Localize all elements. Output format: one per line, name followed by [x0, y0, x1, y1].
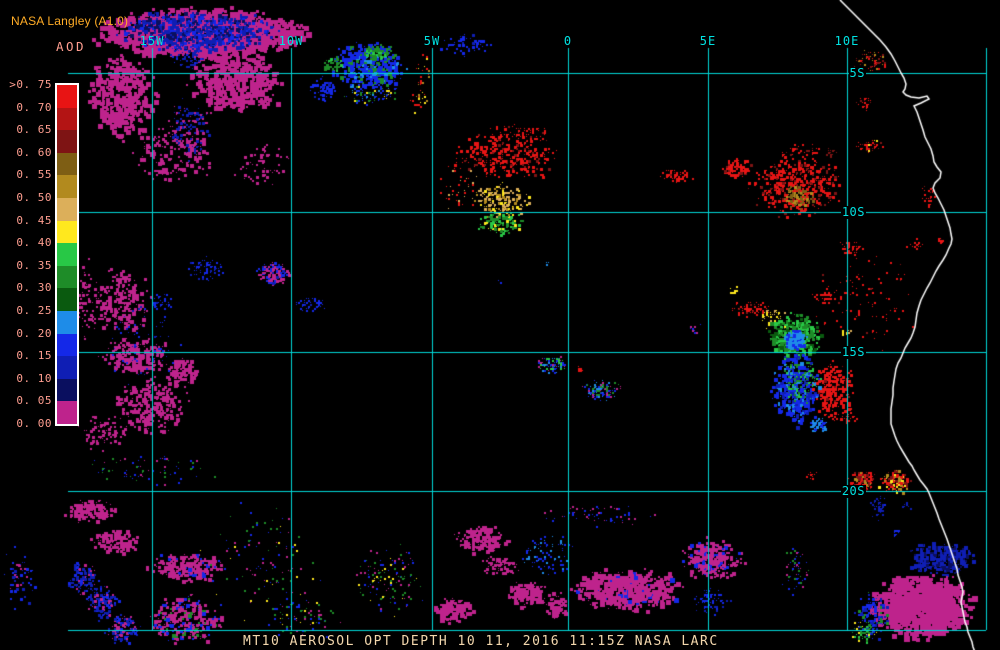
lat-label-5S: 5S — [848, 66, 866, 80]
legend-tick-label: 0. 20 — [16, 326, 52, 340]
legend-tick-label: 0. 25 — [16, 304, 52, 317]
lon-label-0: 0 — [563, 34, 573, 48]
lon-label-15W: 15W — [139, 34, 165, 48]
legend-color-segment — [57, 310, 77, 334]
legend-color-segment — [57, 288, 77, 311]
legend-color-segment — [57, 130, 77, 153]
legend-tick-label: 0. 40 — [16, 236, 52, 250]
legend-color-segment — [57, 378, 77, 402]
lat-label-10S: 10S — [840, 205, 866, 219]
lon-label-10E: 10E — [834, 34, 860, 48]
map-canvas — [0, 0, 1000, 650]
legend-tick-label: 0. 10 — [16, 371, 52, 385]
legend-color-segment — [57, 197, 77, 221]
legend-color-segment — [57, 401, 77, 424]
lat-label-15S: 15S — [840, 345, 866, 359]
legend-color-segment — [57, 85, 77, 108]
legend-color-segment — [57, 175, 77, 198]
aod-map-viewport: NASA Langley (A1.0) AOD >0. 75 0. 70 0. 65… — [0, 0, 1000, 650]
legend-tick-label: 0. 05 — [16, 394, 52, 408]
legend-tick-label: 0. 70 — [16, 100, 52, 114]
legend-color-segment — [57, 265, 77, 289]
legend-tick-label: 0. 60 — [16, 145, 52, 159]
legend-color-segment — [57, 152, 77, 176]
legend-tick-label: 0. 35 — [16, 258, 52, 272]
lon-label-5E: 5E — [699, 34, 717, 48]
legend-colorbar — [55, 83, 79, 426]
legend-tick-label: 0. 15 — [16, 349, 52, 363]
legend-tick-label: 0. 45 — [16, 213, 52, 227]
legend-title: AOD — [56, 39, 87, 54]
footer-caption: MT10 AEROSOL OPT DEPTH 10 11, 2016 11:15… — [243, 634, 719, 649]
legend-color-segment — [57, 356, 77, 379]
legend-color-segment — [57, 333, 77, 357]
legend-color-segment — [57, 243, 77, 266]
legend-tick-label: >0. 75 — [9, 78, 52, 91]
legend-color-segment — [57, 220, 77, 244]
page-title: NASA Langley (A1.0) — [11, 14, 129, 28]
lat-label-20S: 20S — [840, 484, 866, 498]
legend-tick-label: 0. 00 — [16, 417, 52, 430]
lon-label-10W: 10W — [278, 34, 304, 48]
lon-label-5W: 5W — [423, 34, 441, 48]
legend-tick-label: 0. 55 — [16, 168, 52, 182]
legend-tick-label: 0. 65 — [16, 123, 52, 137]
legend-color-segment — [57, 107, 77, 131]
legend-tick-label: 0. 50 — [16, 191, 52, 204]
legend-tick-label: 0. 30 — [16, 281, 52, 295]
